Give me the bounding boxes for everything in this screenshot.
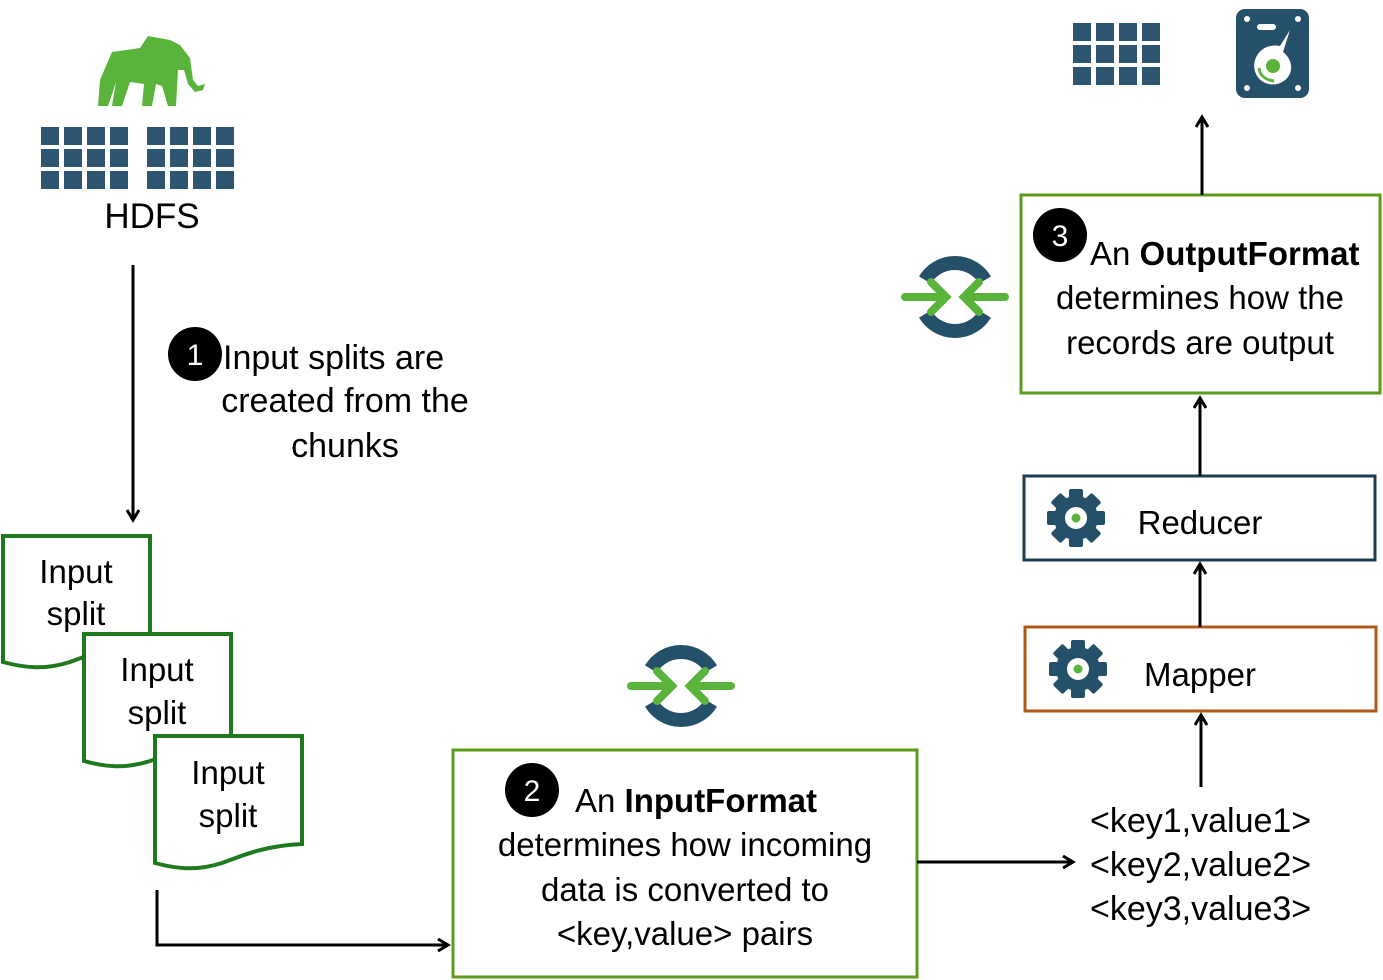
svg-text:2: 2 bbox=[524, 775, 541, 808]
svg-text:<key3,value3>: <key3,value3> bbox=[1090, 890, 1311, 928]
svg-text:<key2,value2>: <key2,value2> bbox=[1090, 846, 1311, 884]
reducer-box: Reducer bbox=[1022, 474, 1377, 562]
hdfs-block-grid-icon bbox=[41, 127, 234, 189]
hadoop-elephant-icon bbox=[98, 36, 205, 106]
svg-text:An InputFormat: An InputFormat bbox=[575, 782, 817, 819]
hdfs-label: HDFS bbox=[104, 197, 199, 236]
svg-text:determines how incoming: determines how incoming bbox=[498, 826, 872, 863]
sync-arrows-icon bbox=[631, 652, 731, 720]
inputformat-box: 2 An InputFormat determines how incoming… bbox=[451, 748, 919, 979]
gear-icon bbox=[1049, 640, 1107, 698]
svg-text:<key1,value1>: <key1,value1> bbox=[1090, 802, 1311, 840]
svg-text:<key,value> pairs: <key,value> pairs bbox=[557, 915, 813, 952]
svg-text:Input: Input bbox=[39, 553, 112, 590]
step1-line2: created from the bbox=[221, 382, 469, 420]
svg-text:split: split bbox=[128, 694, 187, 731]
gear-icon bbox=[1047, 489, 1105, 547]
sync-arrows-icon bbox=[905, 263, 1005, 331]
svg-text:1: 1 bbox=[187, 339, 204, 372]
svg-text:An OutputFormat: An OutputFormat bbox=[1090, 235, 1360, 272]
hadoop-mapreduce-diagram: HDFS 1 Input splits are created from the… bbox=[1, 9, 1382, 979]
svg-text:Mapper: Mapper bbox=[1144, 656, 1256, 693]
arrow-splits-to-inputformat bbox=[155, 890, 448, 945]
outputformat-box: 3 An OutputFormat determines how the rec… bbox=[1019, 193, 1382, 395]
step1-badge: 1 bbox=[168, 327, 222, 381]
svg-text:3: 3 bbox=[1052, 220, 1069, 253]
svg-text:determines how the: determines how the bbox=[1056, 279, 1344, 316]
svg-text:split: split bbox=[199, 797, 258, 834]
key-value-pairs: <key1,value1> <key2,value2> <key3,value3… bbox=[1090, 802, 1311, 928]
input-split-document: Input split bbox=[153, 734, 304, 871]
step1-line3: chunks bbox=[291, 427, 399, 465]
svg-text:Input: Input bbox=[191, 754, 264, 791]
svg-text:data is converted to: data is converted to bbox=[541, 871, 829, 908]
output-block-grid-icon bbox=[1073, 23, 1160, 85]
mapper-box: Mapper bbox=[1023, 625, 1378, 713]
svg-text:split: split bbox=[47, 595, 106, 632]
svg-text:Input: Input bbox=[120, 651, 193, 688]
svg-text:records are output: records are output bbox=[1066, 324, 1334, 361]
hard-disk-icon bbox=[1236, 9, 1309, 98]
svg-text:Reducer: Reducer bbox=[1138, 504, 1263, 541]
step1-line1: Input splits are bbox=[223, 339, 444, 377]
